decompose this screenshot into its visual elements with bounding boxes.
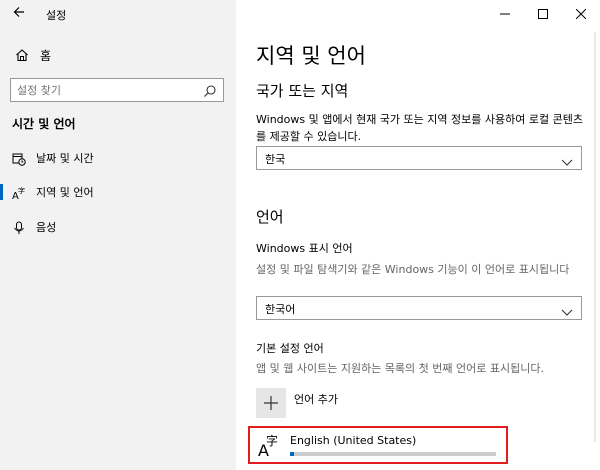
preferred-languages-label: 기본 설정 언어 xyxy=(256,342,324,355)
language-name: English (United States) xyxy=(290,434,417,447)
language-heading: 언어 xyxy=(256,208,284,226)
sidebar-item-region-language[interactable]: A 字 지역 및 언어 xyxy=(0,176,236,208)
section-heading: 시간 및 언어 xyxy=(12,117,76,131)
region-heading: 국가 또는 지역 xyxy=(256,82,349,100)
home-label: 홈 xyxy=(40,48,52,63)
back-button[interactable] xyxy=(8,3,30,25)
app-title: 설정 xyxy=(46,9,67,22)
display-language-dropdown[interactable]: 한국어 xyxy=(256,296,582,320)
maximize-icon xyxy=(538,9,548,19)
country-region-dropdown[interactable]: 한국 xyxy=(256,146,582,170)
display-language-label: Windows 표시 언어 xyxy=(256,242,353,255)
calendar-clock-icon xyxy=(12,151,26,166)
search-input[interactable] xyxy=(11,79,197,102)
add-language-label: 언어 추가 xyxy=(294,393,338,406)
close-icon xyxy=(576,9,586,19)
window-controls xyxy=(486,0,600,28)
title-bar: 설정 xyxy=(0,0,236,28)
language-icon: A 字 xyxy=(12,185,26,202)
sidebar-item-date-time[interactable]: 날짜 및 시간 xyxy=(0,142,236,174)
chevron-down-icon xyxy=(561,153,573,166)
sidebar-item-label: 음성 xyxy=(36,221,57,234)
dropdown-value: 한국 xyxy=(265,153,286,166)
preferred-languages-description: 앱 및 웹 사이트는 지원하는 목록의 첫 번째 언어로 표시됩니다. xyxy=(256,362,544,375)
dropdown-value: 한국어 xyxy=(265,303,296,316)
maximize-button[interactable] xyxy=(524,0,562,28)
svg-text:字: 字 xyxy=(18,186,25,195)
minimize-button[interactable] xyxy=(486,0,524,28)
download-progress-bar xyxy=(290,452,496,456)
search-icon[interactable] xyxy=(203,83,217,97)
add-language-button[interactable]: 언어 추가 xyxy=(256,388,338,418)
chevron-down-icon xyxy=(561,303,573,316)
sidebar-item-speech[interactable]: 음성 xyxy=(0,211,236,243)
microphone-icon xyxy=(12,220,26,234)
home-icon xyxy=(14,47,30,63)
language-list-item[interactable]: A 字 English (United States) xyxy=(248,426,508,464)
back-arrow-icon xyxy=(13,7,24,17)
language-icon: A 字 xyxy=(258,434,279,460)
progress-fill xyxy=(290,452,295,456)
selection-indicator xyxy=(0,150,3,166)
sidebar-item-home[interactable]: 홈 xyxy=(14,44,51,66)
selection-indicator xyxy=(0,184,3,200)
scrollbar[interactable] xyxy=(594,32,596,442)
page-title: 지역 및 언어 xyxy=(256,44,366,68)
content-pane: 지역 및 언어 국가 또는 지역 Windows 및 앱에서 현재 국가 또는 … xyxy=(236,0,600,470)
sidebar-item-label: 지역 및 언어 xyxy=(36,186,94,199)
plus-icon xyxy=(256,388,286,418)
selection-indicator xyxy=(0,219,3,235)
search-box[interactable] xyxy=(10,78,224,102)
region-description: Windows 및 앱에서 현재 국가 또는 지역 정보를 사용하여 로컬 콘텐… xyxy=(256,113,583,143)
minimize-icon xyxy=(500,13,510,15)
sidebar: 설정 홈 시간 및 언어 날 xyxy=(0,0,236,470)
display-language-description: 설정 및 파일 탐색기와 같은 Windows 기능이 이 언어로 표시됩니다 xyxy=(256,263,570,276)
sidebar-item-label: 날짜 및 시간 xyxy=(36,152,94,165)
close-button[interactable] xyxy=(562,0,600,28)
